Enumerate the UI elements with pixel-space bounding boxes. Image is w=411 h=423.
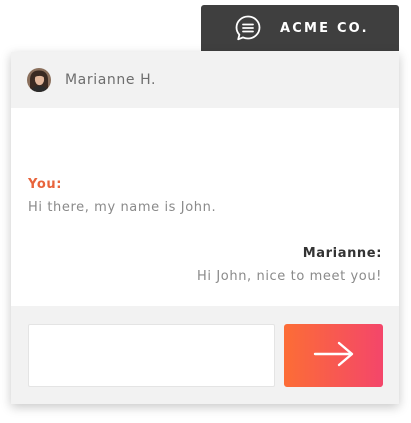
chat-bubble-icon: [234, 14, 262, 42]
brand-tab[interactable]: ACME CO.: [201, 5, 399, 51]
message-input[interactable]: [28, 324, 275, 387]
brand-name: ACME CO.: [280, 20, 369, 36]
message-text: Hi John, nice to meet you!: [197, 269, 382, 284]
message-composer: [11, 306, 399, 404]
contact-name: Marianne H.: [65, 72, 157, 88]
arrow-right-icon: [312, 340, 356, 371]
send-button[interactable]: [284, 324, 383, 387]
message-list: You: Hi there, my name is John. Marianne…: [11, 108, 399, 306]
avatar: [27, 68, 51, 92]
message-you: You: Hi there, my name is John.: [28, 177, 216, 215]
message-author: You:: [28, 177, 63, 192]
chat-widget-page: ACME CO. Marianne H. You: Hi there, my n…: [0, 0, 411, 423]
chat-header: Marianne H.: [11, 52, 399, 108]
message-author: Marianne:: [302, 246, 382, 261]
message-text: Hi there, my name is John.: [28, 200, 217, 215]
chat-window: Marianne H. You: Hi there, my name is Jo…: [11, 52, 399, 404]
message-marianne: Marianne: Hi John, nice to meet you!: [197, 246, 382, 284]
